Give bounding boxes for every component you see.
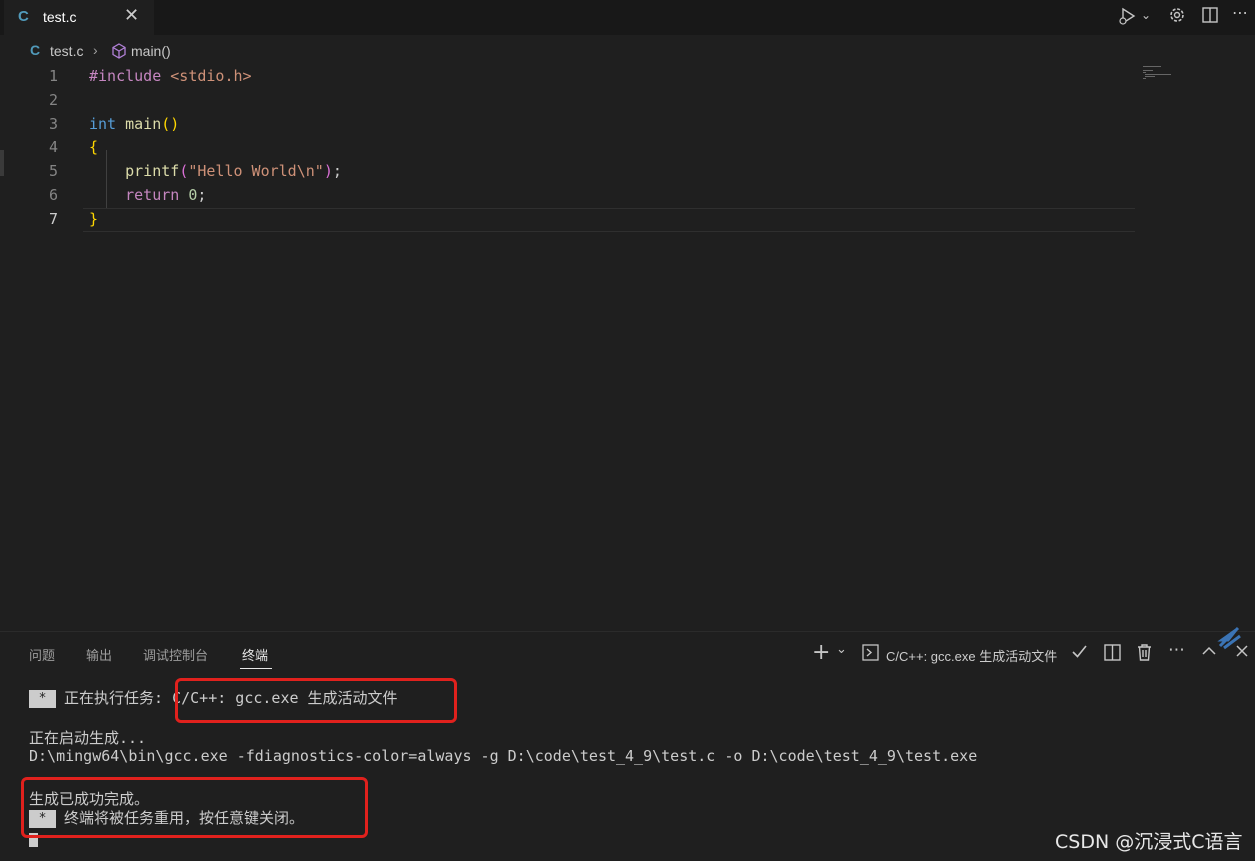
function-name: main [125,115,162,133]
minimap-line [1143,66,1161,67]
active-tab-underline [240,668,272,669]
line-number: 2 [48,91,58,109]
function-call: printf [125,162,180,180]
minimap-line [1143,72,1146,73]
watermark: CSDN @沉浸式C语言 [1055,831,1243,853]
code-line-7[interactable]: } [89,210,98,228]
chevron-down-icon[interactable]: ⌄ [836,642,847,657]
run-debug-icon[interactable] [1117,6,1139,26]
minimap-line [1145,76,1155,77]
terminal-line-2: 正在启动生成... [29,729,147,747]
minimap-line [1143,70,1153,71]
highlight-box-success [21,777,368,838]
more-icon[interactable]: ⋯ [1168,640,1185,660]
minimap-line [1145,74,1171,75]
current-line-highlight [83,208,1135,232]
semicolon: ; [332,162,342,180]
line-number: 1 [48,67,58,85]
highlight-box-task [175,678,457,723]
tab-output[interactable]: 输出 [86,645,112,664]
code-line-5[interactable]: printf("Hello World\n"); [89,162,342,180]
editor-edge-marker [0,150,4,176]
feather-logo-icon [1212,618,1244,658]
close-brace: } [89,210,99,228]
chevron-down-icon[interactable]: ⌄ [1141,8,1151,28]
line-number: 3 [48,115,58,133]
settings-icon[interactable] [1168,6,1186,26]
semicolon: ; [197,186,207,204]
breadcrumb: C test.c › main() [0,40,700,62]
breadcrumb-symbol[interactable]: main() [131,43,171,59]
line-number: 4 [48,138,58,156]
more-icon[interactable]: ⋯ [1232,3,1248,23]
symbol-method-icon [110,42,128,63]
open-brace: { [89,138,99,156]
preprocessor-directive: #include [89,67,171,85]
code-line-4[interactable]: { [89,138,98,156]
c-file-icon: C [18,8,29,25]
code-line-3[interactable]: int main() [89,115,179,133]
close-icon[interactable]: ✕ [124,5,139,26]
terminal-line-3: D:\mingw64\bin\gcc.exe -fdiagnostics-col… [29,747,978,765]
include-header: <stdio.h> [170,67,252,85]
minimap-line [1143,78,1146,79]
right-paren: ) [323,162,333,180]
tab-terminal[interactable]: 终端 [242,645,268,664]
code-line-6[interactable]: return 0; [89,186,206,204]
check-icon[interactable] [1071,643,1088,665]
terminal-icon [862,644,879,666]
breadcrumb-file[interactable]: test.c [50,43,83,59]
tab-test-c[interactable]: C test.c ✕ [4,0,154,35]
code-line-1[interactable]: #include <stdio.h> [89,67,252,85]
tab-problems[interactable]: 问题 [29,645,55,664]
c-file-icon: C [30,42,41,58]
plus-icon[interactable]: + [812,640,830,665]
trash-icon[interactable] [1136,643,1153,666]
parens: () [161,115,180,133]
task-prefix: 正在执行任务 [64,689,155,707]
split-editor-icon[interactable] [1201,6,1219,26]
breadcrumb-separator: › [93,42,98,58]
split-terminal-icon[interactable] [1104,644,1121,666]
terminal-star-badge: * [29,690,56,708]
tab-bar [0,0,1255,35]
minimap[interactable] [1140,65,1180,85]
line-number-active: 7 [48,210,58,228]
tab-debug-console[interactable]: 调试控制台 [143,645,208,664]
string-literal: "Hello World\n" [188,162,324,180]
line-number: 6 [48,186,58,204]
type-keyword: int [89,115,126,133]
line-number: 5 [48,162,58,180]
left-paren: ( [179,162,189,180]
return-keyword: return [125,186,189,204]
tab-label: test.c [43,9,77,25]
terminal-name[interactable]: C/C++: gcc.exe 生成活动文件 [886,646,1057,665]
